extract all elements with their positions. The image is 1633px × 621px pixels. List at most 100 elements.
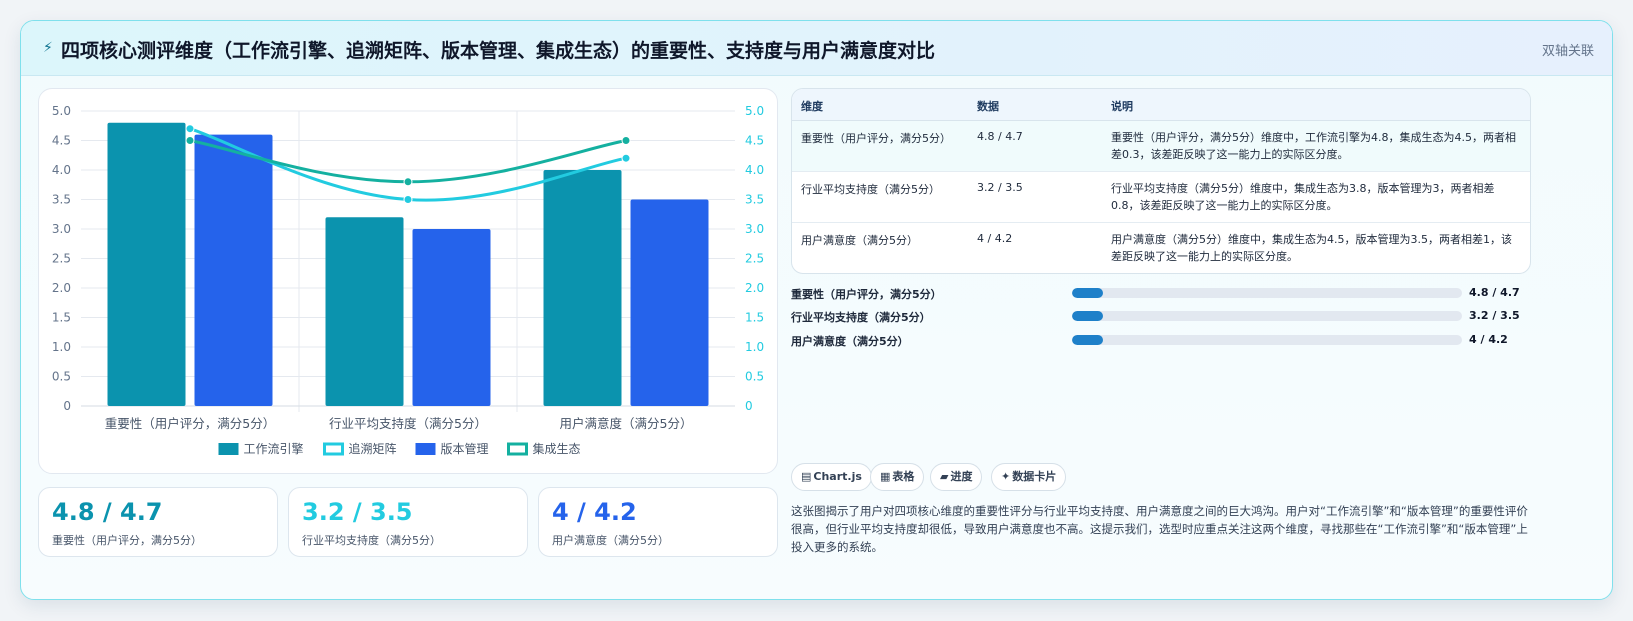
- y2-tick-label: 1.5: [745, 311, 764, 325]
- progress-value: 3.2 / 3.5: [1469, 309, 1520, 322]
- bar-版本管理: [194, 134, 273, 406]
- table-header: 维度 数据 说明: [792, 89, 1530, 121]
- table-row: 重要性（用户评分，满分5分） 4.8 / 4.7 重要性（用户评分，满分5分）维…: [792, 121, 1530, 172]
- bar-工作流引擎: [543, 170, 622, 406]
- chip-label: 进度: [950, 470, 973, 483]
- y-tick-label: 3.0: [52, 222, 71, 236]
- table-row: 用户满意度（满分5分） 4 / 4.2 用户满意度（满分5分）维度中，集成生态为…: [792, 223, 1530, 273]
- point-追溯矩阵: [621, 153, 631, 163]
- progress-track: [1072, 311, 1462, 321]
- y2-tick-label: 3.5: [745, 193, 764, 207]
- progress-value: 4 / 4.2: [1469, 333, 1508, 346]
- kpi-card-importance: 4.8 / 4.7 重要性（用户评分，满分5分）: [38, 487, 278, 557]
- chart-icon: ▤: [801, 470, 812, 483]
- chart-panel: 0 0.5 1.0 1.5 2.0 2.5 3.0 3.5 4.0 4.5 5.0 0 0.5 1.0 1.…: [38, 88, 778, 474]
- sparkle-icon: ✦: [1001, 470, 1011, 483]
- summary-text: 这张图揭示了用户对四项核心维度的重要性评分与行业平均支持度、用户满意度之间的巨大…: [791, 504, 1528, 554]
- y-tick-label: 2.5: [52, 252, 71, 266]
- data-table: 维度 数据 说明 重要性（用户评分，满分5分） 4.8 / 4.7 重要性（用户…: [791, 88, 1531, 274]
- point-集成生态: [403, 177, 413, 187]
- x-tick-label: 用户满意度（满分5分）: [560, 416, 693, 431]
- kpi-value: 3.2 / 3.5: [302, 498, 413, 526]
- column-header-dimension: 维度: [801, 100, 823, 113]
- cell-dimension: 重要性（用户评分，满分5分）: [801, 132, 951, 145]
- progress-value: 4.8 / 4.7: [1469, 286, 1520, 299]
- legend-label: 集成生态: [533, 441, 581, 456]
- point-追溯矩阵: [403, 195, 413, 204]
- progress-track: [1072, 288, 1462, 298]
- y-tick-label: 4.5: [52, 134, 71, 148]
- kpi-value: 4.8 / 4.7: [52, 498, 163, 526]
- kpi-label: 用户满意度（满分5分）: [552, 534, 669, 547]
- progress-fill: [1072, 311, 1104, 321]
- kpi-card-support: 3.2 / 3.5 行业平均支持度（满分5分）: [288, 487, 528, 557]
- cell-note: 行业平均支持度（满分5分）维度中，集成生态为3.8，版本管理为3，两者相差0.8…: [1111, 182, 1495, 212]
- y2-tick-label: 1.0: [745, 340, 764, 354]
- point-集成生态: [621, 136, 631, 145]
- progress-row: 重要性（用户评分，满分5分） 4.8 / 4.7: [791, 286, 1531, 302]
- cell-note: 重要性（用户评分，满分5分）维度中，工作流引擎为4.8，集成生态为4.5，两者相…: [1111, 131, 1516, 161]
- column-header-data: 数据: [977, 100, 999, 113]
- table-row: 行业平均支持度（满分5分） 3.2 / 3.5 行业平均支持度（满分5分）维度中…: [792, 172, 1530, 223]
- y2-tick-label: 2.5: [745, 252, 764, 266]
- progress-row: 行业平均支持度（满分5分） 3.2 / 3.5: [791, 309, 1531, 325]
- y2-tick-label: 3.0: [745, 222, 764, 236]
- kpi-label: 行业平均支持度（满分5分）: [302, 534, 441, 547]
- progress-fill: [1072, 335, 1104, 345]
- progress-label: 用户满意度（满分5分）: [791, 335, 909, 348]
- legend-swatch-工作流引擎: [218, 443, 239, 455]
- kpi-value: 4 / 4.2: [552, 498, 637, 526]
- progress-track: [1072, 335, 1462, 345]
- legend-label: 版本管理: [441, 441, 489, 456]
- card-header: ⚡ 四项核心测评维度（工作流引擎、追溯矩阵、版本管理、集成生态）的重要性、支持度…: [21, 21, 1612, 76]
- kpi-label: 重要性（用户评分，满分5分）: [52, 534, 202, 547]
- progress-label: 行业平均支持度（满分5分）: [791, 311, 931, 324]
- y-tick-label: 1.5: [52, 311, 71, 325]
- point-集成生态: [185, 136, 195, 145]
- chip-data-card[interactable]: ✦ 数据卡片: [991, 463, 1067, 491]
- lightning-icon: ⚡: [43, 40, 53, 56]
- legend-swatch-集成生态: [507, 442, 528, 456]
- y-tick-label: 0: [63, 399, 71, 413]
- column-header-note: 说明: [1111, 100, 1133, 113]
- y-tick-label: 5.0: [52, 104, 71, 118]
- bar-工作流引擎: [325, 217, 404, 406]
- cell-dimension: 行业平均支持度（满分5分）: [801, 183, 940, 196]
- card-title: 四项核心测评维度（工作流引擎、追溯矩阵、版本管理、集成生态）的重要性、支持度与用…: [61, 40, 936, 62]
- chip-progress[interactable]: ▰ 进度: [930, 463, 983, 491]
- legend-swatch-追溯矩阵: [323, 442, 344, 456]
- y2-tick-label: 0.5: [745, 370, 764, 384]
- y2-tick-label: 5.0: [745, 104, 764, 118]
- y-tick-label: 3.5: [52, 193, 71, 207]
- chip-label: 数据卡片: [1012, 470, 1057, 483]
- combo-chart: 0 0.5 1.0 1.5 2.0 2.5 3.0 3.5 4.0 4.5 5.0 0 0.5 1.0 1.…: [52, 104, 764, 456]
- y2-tick-label: 4.0: [745, 163, 764, 177]
- x-tick-label: 重要性（用户评分，满分5分）: [105, 416, 275, 431]
- dual-axis-badge: 双轴关联: [1541, 44, 1594, 59]
- y-tick-label: 2.0: [52, 281, 71, 295]
- legend-label: 追溯矩阵: [349, 441, 397, 456]
- progress-label: 重要性（用户评分，满分5分）: [791, 288, 942, 301]
- legend-label: 工作流引擎: [244, 441, 304, 456]
- y-tick-label: 4.0: [52, 163, 71, 177]
- point-追溯矩阵: [185, 124, 195, 134]
- progress-icon: ▰: [940, 470, 949, 483]
- kpi-card-satisfaction: 4 / 4.2 用户满意度（满分5分）: [538, 487, 778, 557]
- cell-data: 4 / 4.2: [977, 232, 1013, 245]
- chip-chartjs[interactable]: ▤ Chart.js: [791, 463, 872, 491]
- legend-swatch-版本管理: [415, 443, 436, 455]
- progress-row: 用户满意度（满分5分） 4 / 4.2: [791, 333, 1531, 349]
- cell-note: 用户满意度（满分5分）维度中，集成生态为4.5，版本管理为3.5，两者相差1，该…: [1111, 233, 1512, 263]
- bar-版本管理: [412, 229, 491, 406]
- table-icon: ▦: [880, 470, 891, 483]
- bar-版本管理: [630, 199, 709, 406]
- chip-label: Chart.js: [813, 470, 862, 483]
- x-tick-label: 行业平均支持度（满分5分）: [329, 416, 487, 431]
- chip-label: 表格: [892, 470, 915, 483]
- y2-tick-label: 4.5: [745, 134, 764, 148]
- cell-data: 4.8 / 4.7: [977, 130, 1023, 143]
- y2-tick-label: 2.0: [745, 281, 764, 295]
- cell-dimension: 用户满意度（满分5分）: [801, 234, 918, 247]
- chip-table[interactable]: ▦ 表格: [870, 463, 925, 491]
- y-tick-label: 0.5: [52, 370, 71, 384]
